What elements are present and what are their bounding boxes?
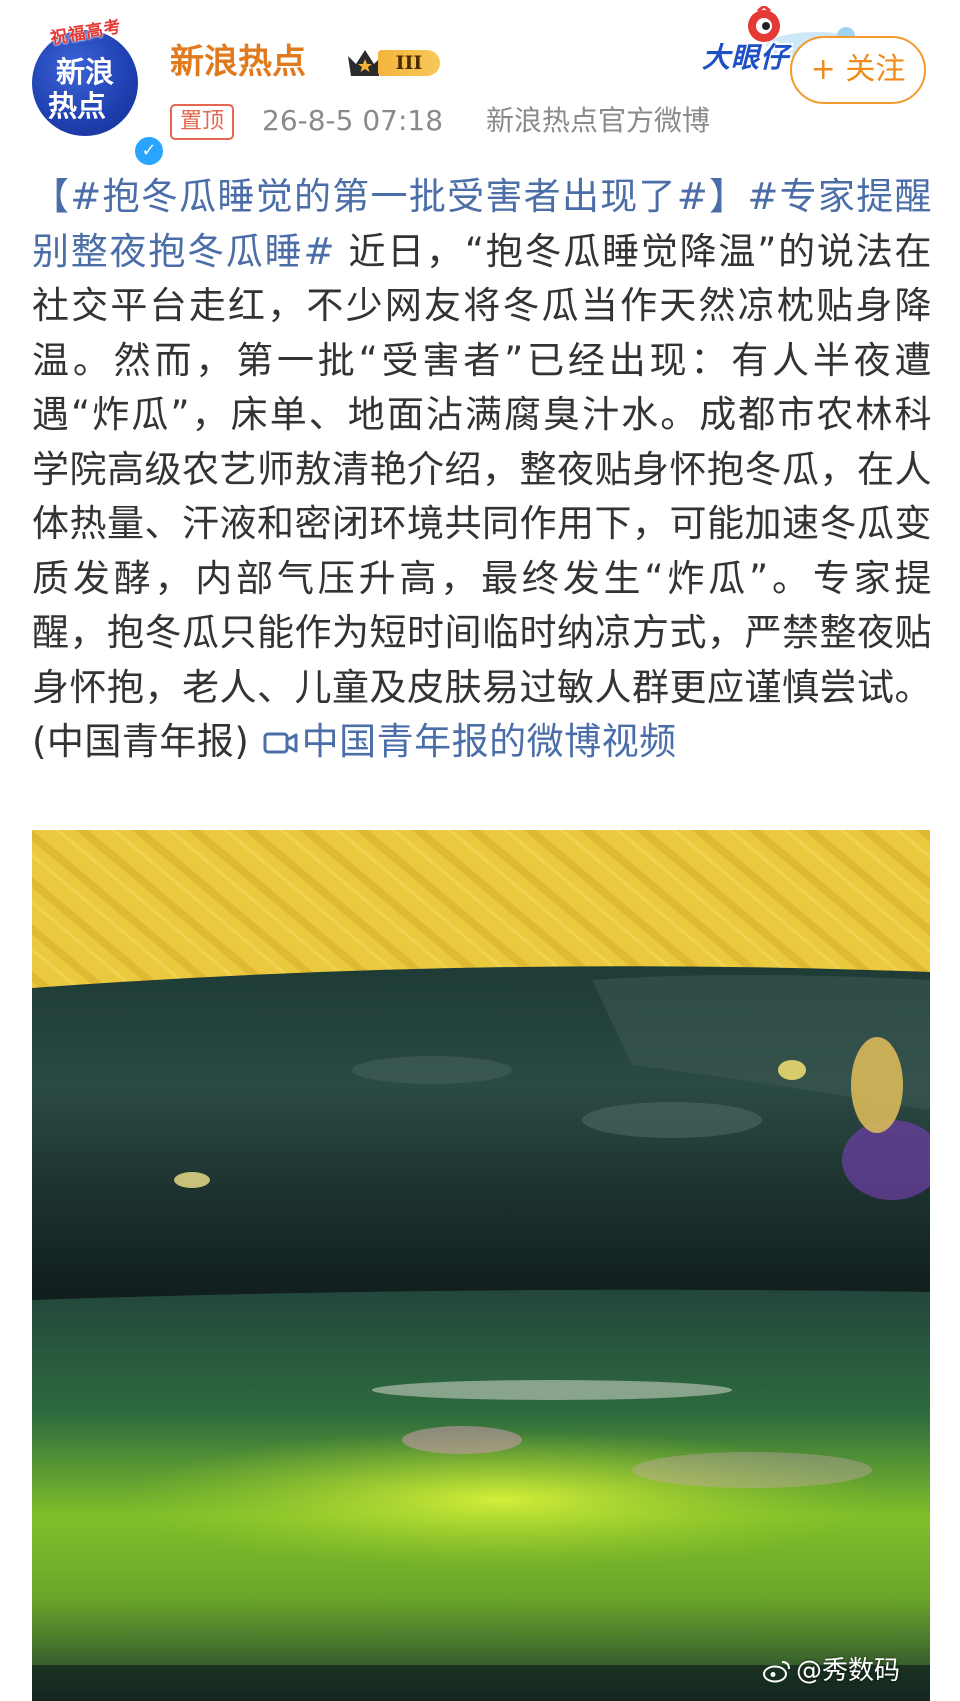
avatar-text-line2: 热点: [47, 89, 106, 123]
avatar[interactable]: 祝福高考 新浪 热点 ✓: [32, 17, 166, 168]
post-header: 祝福高考 新浪 热点 ✓ 新浪热点 III 置顶 26-8-5 07:18 新浪…: [0, 0, 960, 168]
username[interactable]: 新浪热点: [170, 40, 306, 84]
hashtag-link[interactable]: 【#抱冬瓜睡觉的第一批受害者出现了#】: [32, 175, 747, 218]
campaign-label: 大眼仔: [702, 41, 790, 74]
level-label: III: [378, 50, 440, 76]
verified-icon: ✓: [132, 134, 166, 168]
follow-button[interactable]: + 关注: [790, 36, 926, 104]
avatar-ribbon-text: 祝福高考: [48, 16, 124, 50]
post-body: 【#抱冬瓜睡觉的第一批受害者出现了#】#专家提醒别整夜抱冬瓜睡# 近日，“抱冬瓜…: [32, 170, 932, 770]
watermark-text: @秀数码: [795, 1656, 900, 1686]
video-icon: [263, 732, 298, 754]
watermark: @秀数码: [762, 1650, 900, 1687]
avatar-text-line1: 新浪: [55, 55, 114, 89]
weibo-logo-icon: [762, 1661, 790, 1683]
post-timestamp: 26-8-5 07:18: [262, 104, 444, 137]
video-link[interactable]: 中国青年报的微博视频: [302, 720, 677, 763]
post-source: 新浪热点官方微博: [486, 104, 711, 137]
member-level-badge[interactable]: III: [344, 46, 444, 80]
winter-melon-photo: [32, 830, 930, 1701]
post-image[interactable]: @秀数码: [32, 830, 930, 1701]
post-body-text: 近日，“抱冬瓜睡觉降温”的说法在社交平台走红，不少网友将冬瓜当作天然凉枕贴身降温…: [32, 229, 932, 764]
pinned-badge: 置顶: [170, 104, 235, 140]
